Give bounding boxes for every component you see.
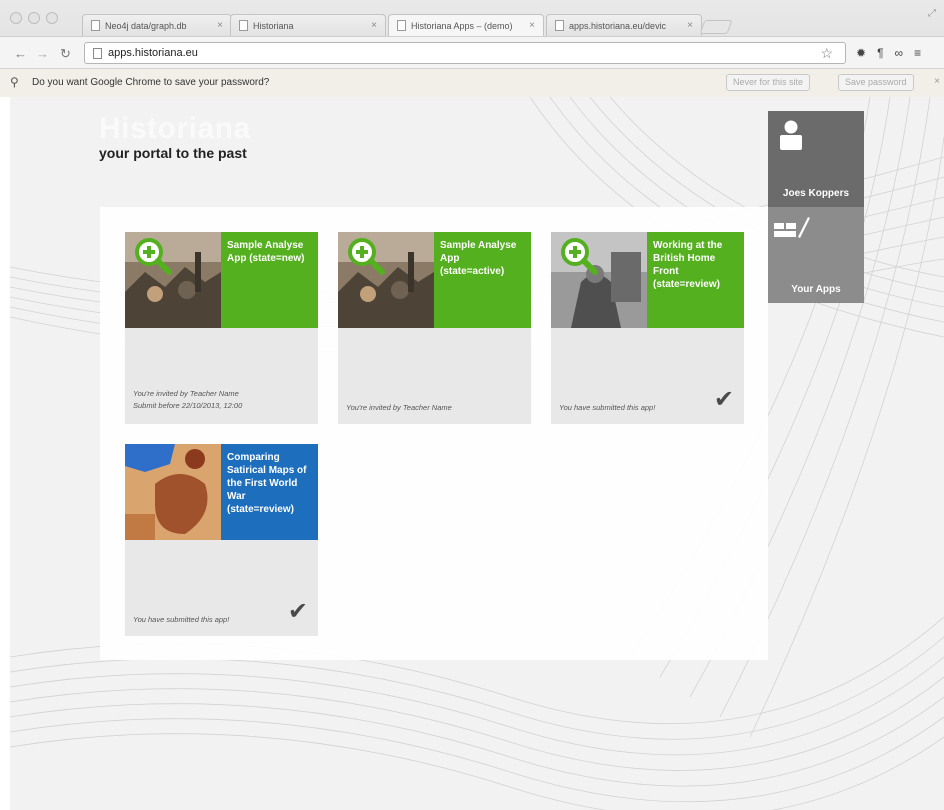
checkmark-icon: ✔	[713, 386, 734, 413]
site-tagline: your portal to the past	[99, 145, 247, 161]
zoom-in-icon	[348, 238, 385, 275]
tab-bar: Neo4j data/graph.db × Historiana × Histo…	[0, 0, 944, 36]
fullscreen-icon[interactable]: ⤢	[928, 8, 936, 19]
close-tab-icon[interactable]: ×	[681, 20, 693, 31]
tab-title: apps.historiana.eu/devic	[569, 20, 667, 31]
infobar-message: Do you want Google Chrome to save your p…	[32, 77, 270, 88]
back-arrow-icon[interactable]: ←	[14, 46, 27, 61]
app-card-british-home-front[interactable]: Working at the British Home Front (state…	[551, 232, 744, 424]
zoom-in-icon	[135, 238, 172, 275]
app-thumbnail	[125, 444, 221, 540]
app-status-text: You have submitted this app!	[559, 403, 656, 412]
save-password-button[interactable]: Save password	[838, 74, 914, 91]
app-card-satirical-maps[interactable]: Comparing Satirical Maps of the First Wo…	[125, 444, 318, 636]
app-title: Working at the British Home Front (state…	[647, 232, 744, 328]
page-icon	[93, 47, 102, 59]
tab-title: Historiana Apps – (demo)	[411, 20, 513, 31]
your-apps-label: Your Apps	[791, 284, 841, 295]
close-window-icon[interactable]	[10, 12, 22, 24]
your-apps-tile[interactable]: Your Apps	[768, 207, 864, 303]
window-controls	[10, 12, 58, 24]
app-card-sample-new[interactable]: Sample Analyse App (state=new) You're in…	[125, 232, 318, 424]
tab-neo4j[interactable]: Neo4j data/graph.db ×	[82, 14, 232, 36]
page-icon	[397, 20, 406, 31]
bookmark-star-icon[interactable]: ☆	[820, 45, 833, 62]
checkmark-icon: ✔	[287, 598, 308, 625]
invited-by: You're invited by Teacher Name	[346, 403, 452, 412]
close-tab-icon[interactable]: ×	[365, 20, 377, 31]
maximize-window-icon[interactable]	[46, 12, 58, 24]
tab-title: Neo4j data/graph.db	[105, 20, 187, 31]
browser-toolbar: ← → ↻ apps.historiana.eu ☆ ✹ ¶ ∞ ≡	[0, 36, 944, 68]
menu-icon[interactable]: ≡	[914, 46, 921, 60]
app-title: Sample Analyse App (state=new)	[221, 232, 318, 328]
tab-historiana[interactable]: Historiana ×	[230, 14, 386, 36]
invited-by: You're invited by Teacher Name	[133, 389, 239, 398]
new-tab-button[interactable]	[699, 20, 733, 34]
apps-edit-icon	[774, 217, 810, 238]
tab-apps-devices[interactable]: apps.historiana.eu/devic ×	[546, 14, 702, 36]
page-viewport: Historiana your portal to the past Joes …	[10, 97, 944, 810]
app-title: Sample Analyse App (state=active)	[434, 232, 531, 328]
minimize-window-icon[interactable]	[28, 12, 40, 24]
app-invite-text: You're invited by Teacher Name	[346, 402, 452, 414]
submit-deadline: Submit before 22/10/2013, 12:00	[133, 401, 243, 410]
url-text: apps.historiana.eu	[108, 47, 198, 59]
close-infobar-icon[interactable]: ×	[934, 76, 940, 87]
site-logo[interactable]: Historiana	[99, 112, 251, 146]
app-thumbnail	[125, 232, 221, 328]
key-icon: ⚲	[10, 75, 19, 89]
apps-panel: Sample Analyse App (state=new) You're in…	[100, 207, 768, 660]
password-infobar: ⚲ Do you want Google Chrome to save your…	[0, 68, 944, 97]
close-tab-icon[interactable]: ×	[211, 20, 223, 31]
tab-historiana-apps[interactable]: Historiana Apps – (demo) ×	[388, 14, 544, 36]
glasses-icon[interactable]: ∞	[895, 46, 904, 60]
close-tab-icon[interactable]: ×	[523, 20, 535, 31]
gear-icon[interactable]: ✹	[856, 46, 866, 60]
never-for-this-site-button[interactable]: Never for this site	[726, 74, 811, 91]
reload-icon[interactable]: ↻	[60, 46, 71, 62]
extension-icons: ✹ ¶ ∞ ≡	[856, 46, 921, 60]
address-bar[interactable]: apps.historiana.eu ☆	[84, 42, 846, 64]
user-name: Joes Koppers	[782, 188, 850, 199]
app-thumbnail	[551, 232, 647, 328]
zoom-in-icon	[561, 238, 598, 275]
browser-chrome: Neo4j data/graph.db × Historiana × Histo…	[0, 0, 944, 97]
user-icon	[780, 120, 802, 150]
app-invite-text: You're invited by Teacher Name Submit be…	[133, 388, 242, 412]
user-profile-tile[interactable]: Joes Koppers	[768, 111, 864, 207]
pilcrow-icon[interactable]: ¶	[877, 46, 883, 60]
app-thumbnail	[338, 232, 434, 328]
page-icon	[555, 20, 564, 31]
page-icon	[239, 20, 248, 31]
tab-title: Historiana	[253, 20, 294, 31]
page-icon	[91, 20, 100, 31]
forward-arrow-icon[interactable]: →	[36, 46, 49, 61]
app-card-sample-active[interactable]: Sample Analyse App (state=active) You're…	[338, 232, 531, 424]
app-title: Comparing Satirical Maps of the First Wo…	[221, 444, 318, 540]
app-status-text: You have submitted this app!	[133, 615, 230, 624]
